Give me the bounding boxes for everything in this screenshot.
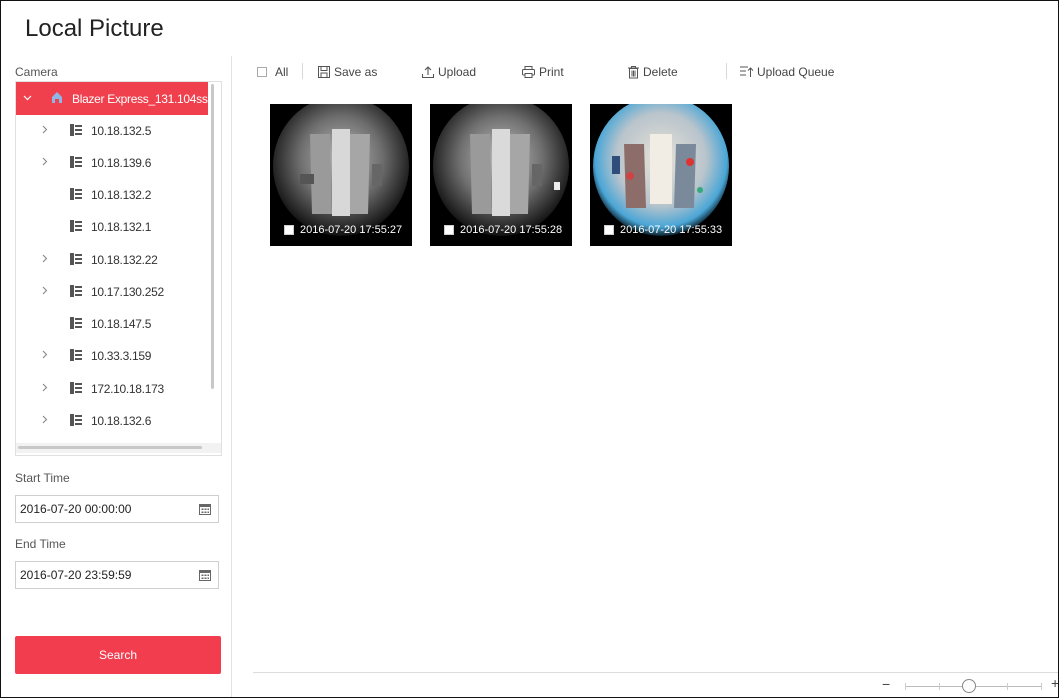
bottom-divider	[253, 672, 1058, 673]
picture-caption: 2016-07-20 17:55:27	[284, 224, 402, 236]
zoom-slider-handle[interactable]	[961, 679, 976, 693]
device-icon	[69, 155, 83, 172]
tree-item-root[interactable]: Blazer Express_131.104ss	[16, 82, 208, 115]
search-button[interactable]: Search	[15, 636, 221, 674]
tree-item-label: 10.18.147.5	[91, 317, 152, 331]
picture-caption: 2016-07-20 17:55:28	[444, 224, 562, 236]
tree-item-label: 10.18.139.6	[91, 156, 152, 170]
toolbar-divider	[726, 63, 727, 79]
start-time-label: Start Time	[15, 471, 70, 485]
tree-item-device[interactable]: 10.33.3.159	[16, 340, 208, 372]
chevron-right-icon[interactable]	[39, 383, 49, 395]
zoom-tick	[1041, 683, 1042, 690]
picture-caption: 2016-07-20 17:55:33	[604, 224, 722, 236]
picture-timestamp: 2016-07-20 17:55:27	[300, 224, 403, 236]
end-time-field[interactable]: 2016-07-20 23:59:59	[15, 561, 219, 589]
zoom-tick	[939, 683, 940, 690]
camera-tree: Blazer Express_131.104ss 10.18.132.5 10.…	[15, 81, 222, 456]
device-icon	[69, 348, 83, 365]
tree-item-label: 10.18.132.1	[91, 220, 152, 234]
save-icon	[318, 66, 330, 78]
app-window: Local Picture Camera Blazer Express_131.…	[0, 0, 1059, 698]
page-title: Local Picture	[25, 15, 164, 42]
chevron-right-icon[interactable]	[39, 125, 49, 137]
device-icon	[69, 123, 83, 140]
checkbox-icon[interactable]	[257, 67, 267, 77]
tree-item-device[interactable]: 10.18.132.2	[16, 179, 208, 211]
upload-queue-icon	[740, 66, 754, 77]
tree-item-device[interactable]: 172.10.18.173	[16, 373, 208, 405]
tree-item-label: 10.18.132.2	[91, 188, 152, 202]
save-as-label: Save as	[334, 65, 378, 79]
camera-label: Camera	[15, 65, 58, 79]
device-icon	[69, 252, 83, 269]
tree-item-device[interactable]: 10.18.147.5	[16, 308, 208, 340]
picture-timestamp: 2016-07-20 17:55:28	[460, 224, 563, 236]
zoom-in-button[interactable]: +	[1051, 675, 1058, 691]
calendar-icon[interactable]	[198, 568, 212, 585]
delete-button[interactable]: Delete	[627, 63, 678, 81]
tree-item-device[interactable]: 10.18.132.6	[16, 405, 208, 437]
device-icon	[69, 219, 83, 236]
tree-item-label: Blazer Express_131.104ss	[72, 91, 208, 106]
tree-item-label: 10.18.132.22	[91, 253, 158, 267]
tree-vertical-scrollbar[interactable]	[211, 84, 214, 389]
tree-horizontal-scrollbar[interactable]	[18, 446, 202, 449]
chevron-right-icon[interactable]	[39, 415, 49, 427]
zoom-tick	[1007, 683, 1008, 690]
tree-item-label: 172.10.18.173	[91, 382, 164, 396]
delete-label: Delete	[643, 65, 678, 79]
toolbar-divider	[302, 63, 303, 79]
upload-queue-label: Upload Queue	[757, 65, 835, 79]
select-all-checkbox[interactable]: All	[257, 63, 288, 81]
start-time-field[interactable]: 2016-07-20 00:00:00	[15, 495, 219, 523]
device-icon	[69, 381, 83, 398]
home-icon	[50, 90, 64, 107]
save-as-button[interactable]: Save as	[317, 63, 377, 81]
device-icon	[69, 316, 83, 333]
tree-item-label: 10.17.130.252	[91, 285, 164, 299]
tree-item-label: 10.18.132.6	[91, 414, 152, 428]
print-button[interactable]: Print	[521, 63, 564, 81]
picture-thumbnail[interactable]: 2016-07-20 17:55:28	[430, 104, 572, 246]
device-icon	[69, 413, 83, 430]
chevron-right-icon[interactable]	[39, 286, 49, 298]
tree-item-device[interactable]: 10.18.132.5	[16, 115, 208, 147]
chevron-down-icon[interactable]	[22, 93, 32, 105]
print-label: Print	[539, 65, 564, 79]
picture-thumbnail[interactable]: 2016-07-20 17:55:33	[590, 104, 732, 246]
tree-item-label: 10.33.3.159	[91, 349, 152, 363]
end-time-label: End Time	[15, 537, 66, 551]
tree-item-device[interactable]: 10.18.132.1	[16, 211, 208, 243]
zoom-tick	[905, 683, 906, 690]
end-time-value: 2016-07-20 23:59:59	[20, 568, 132, 582]
chevron-right-icon[interactable]	[39, 254, 49, 266]
device-icon	[69, 187, 83, 204]
calendar-icon[interactable]	[198, 502, 212, 519]
tree-item-device[interactable]: 10.18.132.22	[16, 244, 208, 276]
upload-label: Upload	[438, 65, 477, 79]
start-time-value: 2016-07-20 00:00:00	[20, 502, 132, 516]
device-icon	[69, 284, 83, 301]
picture-checkbox[interactable]	[444, 225, 454, 235]
chevron-right-icon[interactable]	[39, 350, 49, 362]
tree-item-device[interactable]: 10.18.139.6	[16, 147, 208, 179]
print-icon	[522, 66, 535, 78]
picture-timestamp: 2016-07-20 17:55:33	[620, 224, 723, 236]
zoom-out-button[interactable]: −	[882, 676, 890, 692]
all-label: All	[275, 65, 289, 79]
chevron-right-icon[interactable]	[39, 157, 49, 169]
upload-queue-button[interactable]: Upload Queue	[739, 63, 834, 81]
upload-icon	[421, 66, 435, 79]
picture-thumbnail[interactable]: 2016-07-20 17:55:27	[270, 104, 412, 246]
tree-item-device[interactable]: 10.17.130.252	[16, 276, 208, 308]
upload-button[interactable]: Upload	[421, 63, 476, 81]
picture-checkbox[interactable]	[284, 225, 294, 235]
picture-checkbox[interactable]	[604, 225, 614, 235]
trash-icon	[628, 66, 639, 79]
tree-item-label: 10.18.132.5	[91, 124, 152, 138]
